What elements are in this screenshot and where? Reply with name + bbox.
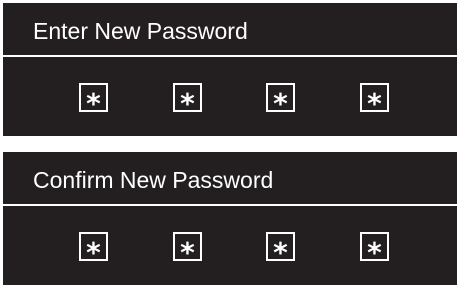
enter-password-title: Enter New Password <box>33 18 248 44</box>
enter-pin-digit-2[interactable]: * <box>173 83 202 112</box>
confirm-pin-digit-2[interactable]: * <box>173 232 202 261</box>
enter-password-panel: Enter New Password * * * * <box>3 3 457 136</box>
confirm-pin-digit-4[interactable]: * <box>360 232 389 261</box>
enter-pin-digit-4[interactable]: * <box>360 83 389 112</box>
confirm-password-panel: Confirm New Password * * * * <box>3 152 457 285</box>
confirm-password-title: Confirm New Password <box>33 167 274 193</box>
confirm-pin-digit-3[interactable]: * <box>266 232 295 261</box>
panel-divider <box>3 55 457 57</box>
panel-divider <box>3 204 457 206</box>
enter-pin-digit-3[interactable]: * <box>266 83 295 112</box>
enter-pin-digit-1[interactable]: * <box>79 83 108 112</box>
confirm-pin-digit-1[interactable]: * <box>79 232 108 261</box>
